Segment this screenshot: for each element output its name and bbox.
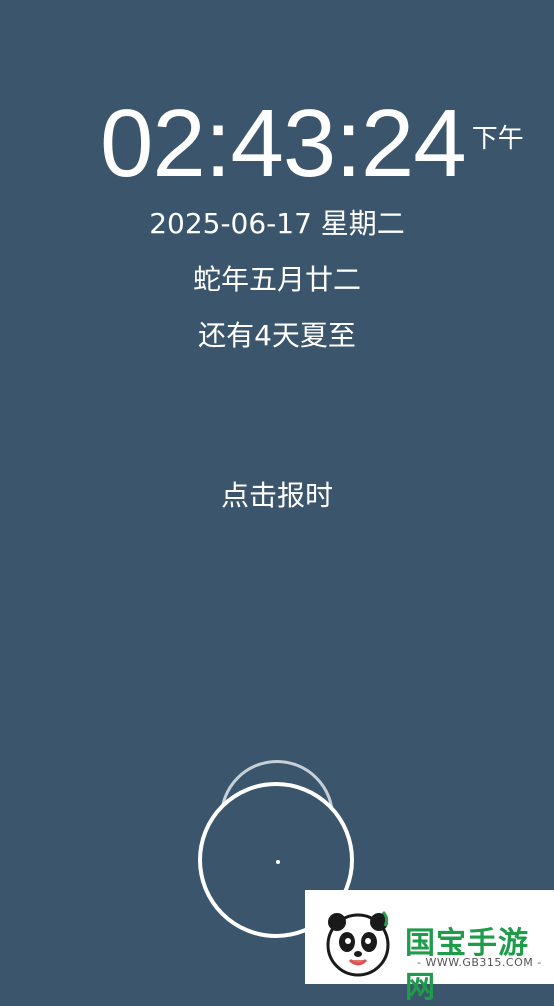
watermark: 国宝手游网 - WWW.GB315.COM - [305, 890, 554, 1005]
solar-term-label: 还有4天夏至 [198, 319, 356, 352]
watermark-url: - WWW.GB315.COM - [417, 956, 542, 969]
dial-center-dot [276, 860, 280, 864]
current-time: 02:43:24 [100, 90, 467, 197]
date-label: 2025-06-17 星期二 [149, 207, 405, 240]
time-row: 02:43:24 下午 [100, 92, 524, 196]
clock-screen: 02:43:24 下午 2025-06-17 星期二 蛇年五月廿二 还有4天夏至… [0, 0, 554, 1005]
chime-button[interactable]: 点击报时 [0, 474, 554, 514]
ampm-label: 下午 [471, 124, 524, 154]
panda-logo-icon [326, 910, 390, 977]
lunar-date-label: 蛇年五月廿二 [192, 263, 361, 296]
